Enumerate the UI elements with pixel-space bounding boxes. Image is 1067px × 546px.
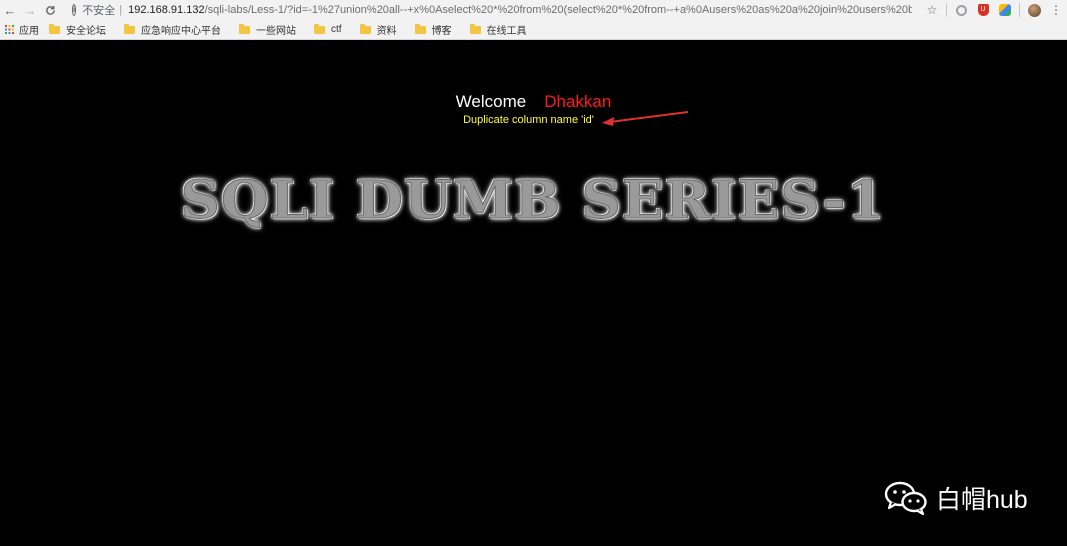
toolbar-right-icons: ☆ U ⋮ (921, 0, 1067, 20)
welcome-line: Welcome Dhakkan (0, 92, 1067, 112)
annotation-arrow-icon (602, 111, 689, 126)
profile-avatar[interactable] (1027, 3, 1041, 17)
reload-button[interactable] (40, 0, 60, 20)
apps-shortcut[interactable]: 应用 (5, 22, 39, 37)
toolbar-divider (1019, 3, 1020, 17)
folder-icon (239, 23, 250, 34)
folder-icon (124, 23, 135, 34)
bookmarks-bar: 应用 安全论坛 应急响应中心平台 一些网站 ctf 资料 博客 在线工具 (0, 20, 1067, 40)
bookmark-some-websites[interactable]: 一些网站 (239, 22, 296, 37)
bookmark-star-icon[interactable]: ☆ (925, 3, 939, 17)
bookmark-security-forum[interactable]: 安全论坛 (49, 22, 106, 37)
welcome-text: Welcome (455, 92, 527, 111)
apps-label: 应用 (19, 26, 39, 37)
folder-icon (49, 23, 60, 34)
forward-button[interactable]: → (20, 0, 40, 20)
address-bar[interactable]: i 不安全 | 192.168.91.132/sqli-labs/Less-1/… (72, 1, 912, 19)
url-path: /sqli-labs/Less-1/?id=-1%27union%20all--… (204, 4, 912, 16)
folder-icon (414, 23, 426, 34)
security-label[interactable]: 不安全 (82, 2, 115, 18)
extension-circle-icon[interactable] (954, 3, 968, 17)
info-icon[interactable]: i (72, 4, 77, 16)
browser-menu-icon[interactable]: ⋮ (1049, 3, 1063, 17)
folder-icon (314, 23, 325, 34)
url-separator: | (119, 4, 123, 16)
bookmark-emergency-response[interactable]: 应急响应中心平台 (124, 22, 221, 37)
bookmark-online-tools[interactable]: 在线工具 (469, 22, 527, 37)
url-host: 192.168.91.132 (128, 4, 205, 16)
bookmark-blog[interactable]: 博客 (414, 22, 452, 37)
watermark: 白帽hub (884, 480, 1028, 516)
folder-icon (359, 23, 371, 34)
browser-toolbar: ← → i 不安全 | 192.168.91.132/sqli-labs/Les… (0, 0, 1067, 20)
banner-title: SQLI DUMB SERIES-1 (180, 169, 886, 231)
bookmark-materials[interactable]: 资料 (359, 22, 397, 37)
watermark-text: 白帽hub (936, 486, 1028, 514)
wechat-icon (884, 481, 927, 515)
folder-icon (469, 23, 481, 34)
bookmark-ctf[interactable]: ctf (314, 23, 342, 35)
toolbar-divider (946, 3, 947, 17)
sql-error-message: Duplicate column name 'id' (463, 114, 594, 126)
reload-icon (45, 5, 55, 15)
apps-grid-icon (5, 25, 14, 34)
forward-arrow-icon: → (23, 2, 37, 18)
ublock-extension-icon[interactable]: U (976, 3, 990, 17)
colorful-extension-icon[interactable] (998, 3, 1012, 17)
back-button[interactable]: ← (0, 0, 20, 20)
back-arrow-icon: ← (3, 2, 17, 18)
